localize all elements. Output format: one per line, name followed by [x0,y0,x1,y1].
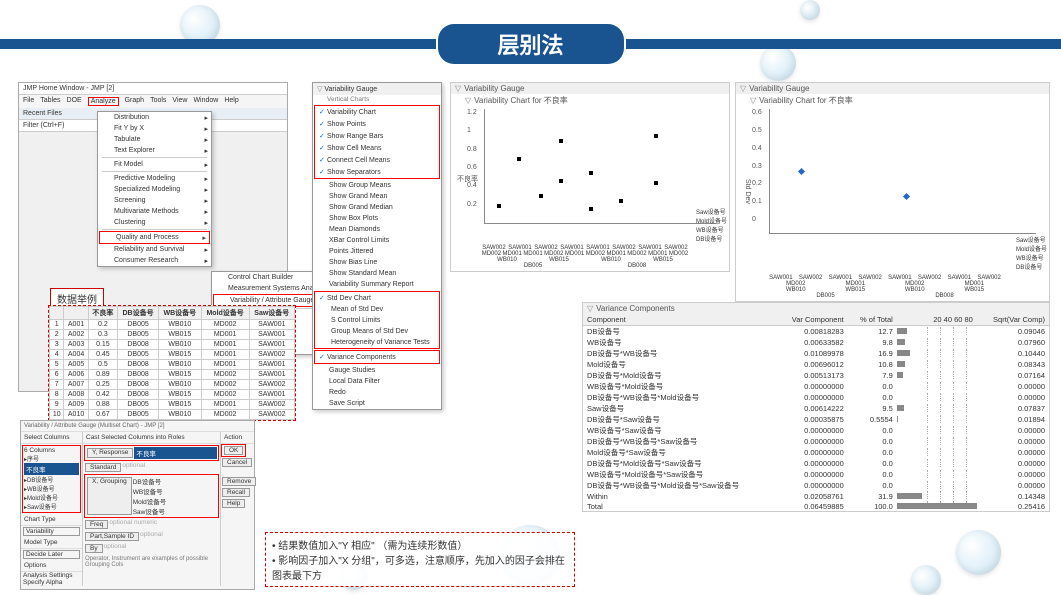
analyze-menu[interactable]: DistributionFit Y by XTabulateText Explo… [97,111,212,267]
slide-title-bar: 层别法 [0,28,1061,60]
menu-bar[interactable]: FileTablesDOEAnalyzeGraphToolsViewWindow… [19,95,287,108]
x-grouping-btn[interactable]: X, Grouping [87,477,132,515]
stddev-chart: Variability Gauge Variability Chart for … [735,82,1050,302]
variance-components-panel: Variance Components ComponentVar Compone… [582,302,1050,512]
vg-menu-title: Variability Gauge [313,83,441,95]
variability-gauge-menu[interactable]: Variability Gauge Vertical Charts ✓Varia… [312,82,442,410]
instruction-note: • 结果数值加入"Y 相应" （需为连续形数值） • 影响因子加入"X 分组"，… [265,532,575,587]
sample-data-table: 不良率DB设备号WB设备号Mold设备号Saw设备号1A0010.2DB005W… [48,305,296,421]
columns-list[interactable]: 6 Columns ▸序号 不良率 ▸DB设备号 ▸WB设备号 ▸Mold设备号… [22,445,81,513]
ok-button[interactable]: OK [224,446,243,455]
slide-title: 层别法 [438,24,624,64]
gauge-dialog: Variability / Attribute Gauge (Multiset … [20,420,255,590]
y-response-btn[interactable]: Y, Response [87,448,133,458]
variability-chart-1: Variability Gauge Variability Chart for … [450,82,730,272]
window-title: JMP Home Window - JMP [2] [19,83,287,95]
cancel-button[interactable]: Cancel [222,458,252,467]
